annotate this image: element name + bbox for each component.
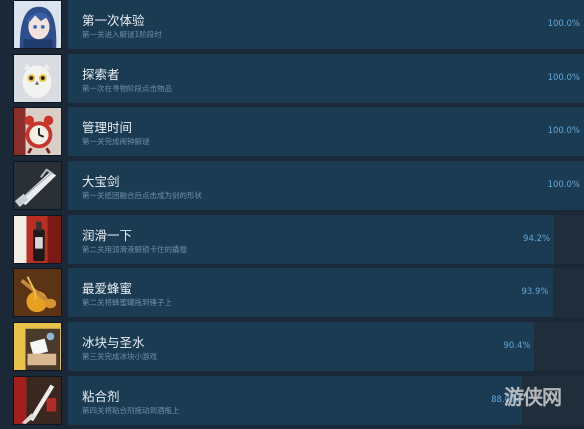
- progress-fill: [68, 107, 584, 156]
- achievement-row[interactable]: 探索者第一次在寻物阶段点击物品 100.0%: [13, 54, 584, 103]
- achievement-row[interactable]: 冰块与圣水第三关完成冰块小游戏 90.4%: [13, 322, 584, 371]
- progress-track: 管理时间第一关完成闹钟解谜 100.0%: [68, 107, 584, 156]
- achievement-row[interactable]: 粘合剂 第四关将粘合剂拖动到酒瓶上 88.0%: [13, 376, 584, 425]
- progress-fill: [68, 161, 584, 210]
- achievement-description: 第二关用润滑液解锁卡住的撬棍: [82, 245, 187, 254]
- girl-portrait-icon: [13, 0, 62, 49]
- progress-fill: [68, 268, 553, 317]
- achievement-title: 冰块与圣水: [82, 335, 145, 350]
- achievement-title: 粘合剂: [82, 389, 120, 404]
- paper-sword-icon: [13, 161, 62, 210]
- achievement-row[interactable]: 管理时间第一关完成闹钟解谜 100.0%: [13, 107, 584, 156]
- glue-knife-icon: [13, 376, 62, 425]
- achievement-row[interactable]: 润滑一下第二关用润滑液解锁卡住的撬棍 94.2%: [13, 215, 584, 264]
- progress-track: 大宝剑第一关纸团融合后点击成为剑的形状 100.0%: [68, 161, 584, 210]
- progress-fill: [68, 54, 584, 103]
- achievement-description: 第四关将粘合剂拖动到酒瓶上: [82, 406, 180, 415]
- unlock-percentage: 100.0%: [547, 180, 580, 190]
- achievement-title: 第一次体验: [82, 13, 145, 28]
- progress-track: 最爱蜂蜜第二关将蜂蜜罐拖到锤子上 93.9%: [68, 268, 584, 317]
- unlock-percentage: 90.4%: [503, 341, 531, 351]
- achievement-row[interactable]: 最爱蜂蜜第二关将蜂蜜罐拖到锤子上 93.9%: [13, 268, 584, 317]
- ice-cube-icon: [13, 322, 62, 371]
- achievement-row[interactable]: 大宝剑第一关纸团融合后点击成为剑的形状 100.0%: [13, 161, 584, 210]
- alarm-clock-icon: [13, 107, 62, 156]
- unlock-percentage: 94.2%: [523, 234, 551, 244]
- achievement-description: 第二关将蜂蜜罐拖到锤子上: [82, 298, 172, 307]
- achievement-description: 第一关完成闹钟解谜: [82, 137, 150, 146]
- progress-track: 探索者第一次在寻物阶段点击物品 100.0%: [68, 54, 584, 103]
- progress-track: 冰块与圣水第三关完成冰块小游戏 90.4%: [68, 322, 584, 371]
- progress-track: 第一次体验第一关进入解谜1阶段时 100.0%: [68, 0, 584, 49]
- unlock-percentage: 93.9%: [521, 287, 549, 297]
- site-watermark: 游侠网: [504, 385, 562, 409]
- lubricant-bottle-icon: [13, 215, 62, 264]
- honey-dipper-icon: [13, 268, 62, 317]
- progress-track: 润滑一下第二关用润滑液解锁卡住的撬棍 94.2%: [68, 215, 584, 264]
- progress-fill: [68, 215, 555, 264]
- achievement-title: 最爱蜂蜜: [82, 281, 133, 296]
- achievement-description: 第一关纸团融合后点击成为剑的形状: [82, 191, 202, 200]
- achievement-title: 管理时间: [82, 120, 133, 135]
- achievement-description: 第三关完成冰块小游戏: [82, 352, 157, 361]
- achievement-title: 润滑一下: [82, 228, 133, 243]
- achievement-description: 第一关进入解谜1阶段时: [82, 30, 162, 39]
- progress-fill: [68, 376, 523, 425]
- progress-fill: [68, 0, 584, 49]
- unlock-percentage: 100.0%: [547, 19, 580, 29]
- achievement-row[interactable]: 第一次体验第一关进入解谜1阶段时 100.0%: [13, 0, 584, 49]
- achievement-description: 第一次在寻物阶段点击物品: [82, 84, 172, 93]
- unlock-percentage: 100.0%: [547, 73, 580, 83]
- achievement-title: 大宝剑: [82, 174, 120, 189]
- unlock-percentage: 100.0%: [547, 126, 580, 136]
- owl-icon: [13, 54, 62, 103]
- achievement-title: 探索者: [82, 67, 120, 82]
